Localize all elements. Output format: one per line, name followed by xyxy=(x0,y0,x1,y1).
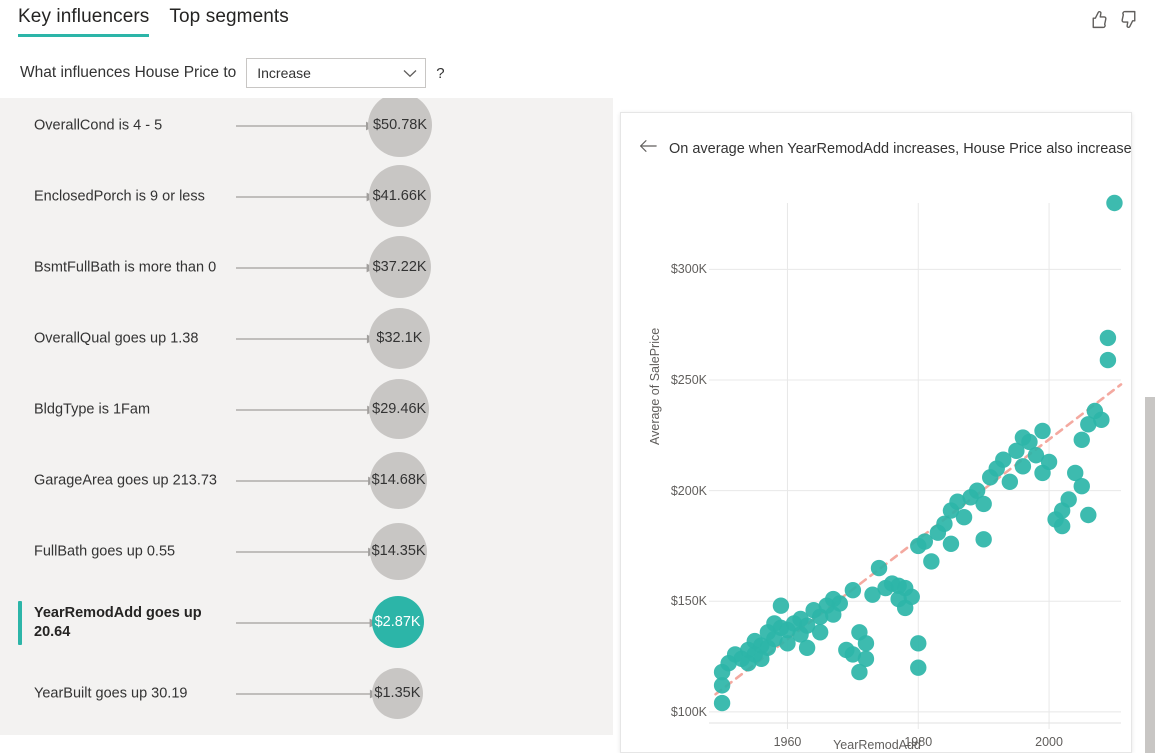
detail-card-header: On average when YearRemodAdd increases, … xyxy=(639,139,1132,158)
influencer-label: FullBath goes up 0.55 xyxy=(34,542,229,561)
thumbs-down-icon[interactable] xyxy=(1119,9,1140,30)
vertical-scrollbar-track[interactable] xyxy=(1144,100,1156,753)
influencer-bubble[interactable]: $14.68K xyxy=(370,452,427,509)
influencer-bubble[interactable]: $32.1K xyxy=(369,308,430,369)
x-axis-tick: 2000 xyxy=(1035,735,1063,749)
influence-arrow-icon xyxy=(236,191,379,203)
tab-key-influencers[interactable]: Key influencers xyxy=(18,6,149,37)
influence-arrow-icon xyxy=(236,546,380,558)
influencer-row[interactable]: GarageArea goes up 213.73 $14.68K xyxy=(0,445,613,516)
key-influencers-visual: Key influencers Top segments What influe… xyxy=(0,0,1156,753)
chevron-down-icon xyxy=(403,65,417,81)
scatter-plot: Average of SalePrice YearRemodAdd $100K$… xyxy=(621,183,1132,753)
influencer-bubble[interactable]: $50.78K xyxy=(368,98,432,157)
analysis-type-value: Increase xyxy=(257,65,311,81)
vertical-scrollbar-thumb[interactable] xyxy=(1145,397,1155,753)
influencer-bubble[interactable]: $2.87K xyxy=(372,596,424,648)
influencer-row[interactable]: YearBuilt goes up 30.19 $1.35K xyxy=(0,658,613,729)
back-arrow-icon[interactable] xyxy=(639,139,657,158)
influencer-row[interactable]: EnclosedPorch is 9 or less $41.66K xyxy=(0,161,613,232)
influence-arrow-icon xyxy=(236,120,378,132)
selected-indicator-bar xyxy=(18,601,22,645)
influencer-bubble[interactable]: $37.22K xyxy=(369,236,431,298)
x-axis-tick: 1980 xyxy=(904,735,932,749)
influence-arrow-icon xyxy=(236,688,382,700)
influencer-label: EnclosedPorch is 9 or less xyxy=(34,187,229,206)
visual-tabs: Key influencers Top segments xyxy=(18,6,289,37)
y-axis-tick: $200K xyxy=(651,484,707,498)
help-question-mark-icon[interactable]: ? xyxy=(436,65,444,82)
influence-arrow-icon xyxy=(236,617,382,629)
influence-arrow-icon xyxy=(236,333,379,345)
influence-arrow-icon xyxy=(236,404,379,416)
y-axis-tick: $250K xyxy=(651,373,707,387)
influencer-label: OverallCond is 4 - 5 xyxy=(34,116,229,135)
influencer-label: YearBuilt goes up 30.19 xyxy=(34,684,229,703)
influencer-label: BldgType is 1Fam xyxy=(34,400,229,419)
influencer-bubble[interactable]: $41.66K xyxy=(369,165,431,227)
y-axis-tick: $150K xyxy=(651,594,707,608)
influencer-row[interactable]: FullBath goes up 0.55 $14.35K xyxy=(0,516,613,587)
detail-card-title: On average when YearRemodAdd increases, … xyxy=(669,141,1132,157)
influencer-bubble[interactable]: $14.35K xyxy=(370,523,427,580)
influencers-panel: OverallCond is 4 - 5$50.78KEnclosedPorch… xyxy=(0,98,613,735)
question-row: What influences House Price to Increase … xyxy=(20,58,445,88)
y-axis-tick: $100K xyxy=(651,705,707,719)
influencer-label: GarageArea goes up 213.73 xyxy=(34,471,229,490)
influencer-label: BsmtFullBath is more than 0 xyxy=(34,258,229,277)
detail-card: On average when YearRemodAdd increases, … xyxy=(620,112,1132,753)
influencer-row[interactable]: BsmtFullBath is more than 0 $37.22K xyxy=(0,232,613,303)
question-prefix-label: What influences House Price to xyxy=(20,64,236,82)
influence-arrow-icon xyxy=(236,475,380,487)
influencer-row[interactable]: OverallQual goes up 1.38 $32.1K xyxy=(0,303,613,374)
feedback-icons xyxy=(1088,9,1140,30)
y-axis-tick: $300K xyxy=(651,262,707,276)
x-axis-tick: 1960 xyxy=(774,735,802,749)
influencer-bubble[interactable]: $1.35K xyxy=(372,668,423,719)
influencer-label: OverallQual goes up 1.38 xyxy=(34,329,229,348)
influencer-bubble[interactable]: $29.46K xyxy=(369,379,429,439)
tab-top-segments[interactable]: Top segments xyxy=(169,6,289,37)
influence-arrow-icon xyxy=(236,262,379,274)
analysis-type-dropdown[interactable]: Increase xyxy=(246,58,426,88)
thumbs-up-icon[interactable] xyxy=(1088,9,1109,30)
influencer-label: YearRemodAdd goes up 20.64 xyxy=(34,604,229,642)
influencer-row[interactable]: YearRemodAdd goes up 20.64 $2.87K xyxy=(0,587,613,658)
influencer-row[interactable]: BldgType is 1Fam $29.46K xyxy=(0,374,613,445)
influencer-row[interactable]: OverallCond is 4 - 5 $50.78K xyxy=(0,98,613,161)
